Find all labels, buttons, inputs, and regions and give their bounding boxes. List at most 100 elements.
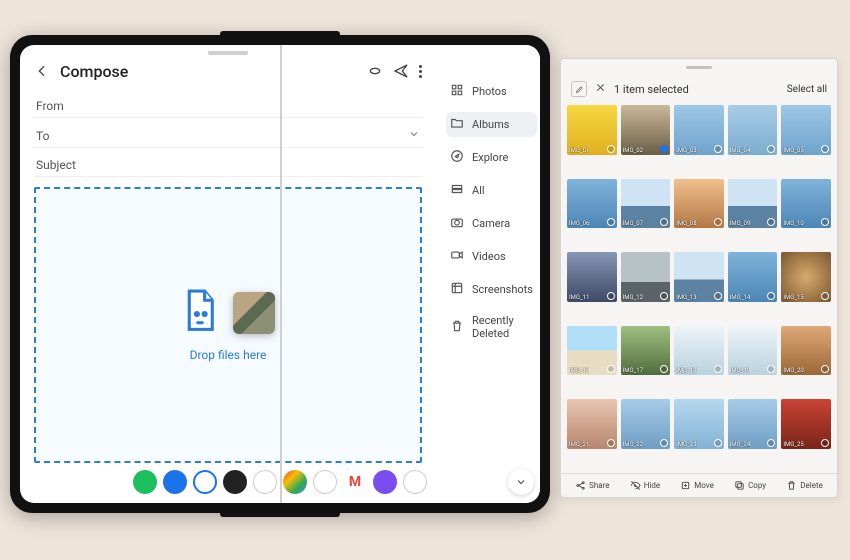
to-field[interactable]: To <box>34 124 422 148</box>
photo-thumbnail[interactable]: IMG_08 <box>674 179 724 229</box>
more-icon[interactable] <box>419 65 422 78</box>
photo-thumbnail[interactable]: IMG_20 <box>781 326 831 376</box>
photo-thumbnail[interactable]: IMG_14 <box>728 252 778 302</box>
selection-check-icon[interactable] <box>660 292 668 300</box>
photo-thumbnail[interactable]: IMG_22 <box>621 399 671 449</box>
selection-check-icon[interactable] <box>821 292 829 300</box>
photo-thumbnail[interactable]: IMG_09 <box>728 179 778 229</box>
chevron-down-icon[interactable] <box>408 128 420 143</box>
edit-icon[interactable] <box>571 81 587 97</box>
selection-check-icon[interactable] <box>767 145 775 153</box>
taskbar-files-icon[interactable] <box>403 470 427 494</box>
thumbnail-name: IMG_15 <box>783 294 803 301</box>
thumbnail-name: IMG_14 <box>730 294 750 301</box>
compose-pane: Compose From To <box>20 45 436 503</box>
back-icon[interactable] <box>34 63 50 79</box>
subject-field[interactable]: Subject <box>34 154 422 177</box>
photo-thumbnail[interactable]: IMG_04 <box>728 105 778 155</box>
taskbar-contacts-icon[interactable] <box>253 470 277 494</box>
thumbnail-name: IMG_10 <box>783 220 803 227</box>
selection-check-icon[interactable] <box>607 439 615 447</box>
photo-thumbnail[interactable]: IMG_25 <box>781 399 831 449</box>
camera-icon <box>450 215 464 232</box>
thumbnail-name: IMG_19 <box>730 367 750 374</box>
taskbar-camera-icon[interactable] <box>313 470 337 494</box>
selection-check-icon[interactable] <box>714 218 722 226</box>
footer-move-button[interactable]: Move <box>680 480 714 491</box>
photo-thumbnail[interactable]: IMG_03 <box>674 105 724 155</box>
from-field[interactable]: From <box>34 95 422 118</box>
drag-handle[interactable] <box>208 51 248 55</box>
taskbar-assistant-icon[interactable] <box>163 470 187 494</box>
drop-zone-icons <box>181 288 275 338</box>
selection-check-icon[interactable] <box>714 292 722 300</box>
thumbnail-name: IMG_12 <box>623 294 643 301</box>
selection-check-icon[interactable] <box>607 145 615 153</box>
thumbnail-name: IMG_04 <box>730 147 750 154</box>
photo-thumbnail[interactable]: IMG_17 <box>621 326 671 376</box>
photo-thumbnail[interactable]: IMG_11 <box>567 252 617 302</box>
photo-thumbnail[interactable]: IMG_05 <box>781 105 831 155</box>
photo-thumbnail[interactable]: IMG_13 <box>674 252 724 302</box>
close-icon[interactable] <box>595 82 606 96</box>
taskbar-phone-icon[interactable] <box>223 470 247 494</box>
photo-thumbnail[interactable]: IMG_23 <box>674 399 724 449</box>
selection-check-icon[interactable] <box>607 365 615 373</box>
drop-zone[interactable]: Drop files here <box>34 187 422 463</box>
photo-thumbnail[interactable]: IMG_15 <box>781 252 831 302</box>
selection-count: 1 item selected <box>614 83 779 96</box>
rail-item-recently-deleted[interactable]: Recently Deleted <box>446 310 537 344</box>
photo-thumbnail[interactable]: IMG_02 <box>621 105 671 155</box>
taskbar-app-drawer-icon[interactable] <box>133 470 157 494</box>
footer-copy-button[interactable]: Copy <box>734 480 766 491</box>
photo-thumbnail[interactable]: IMG_12 <box>621 252 671 302</box>
photo-thumbnail[interactable]: IMG_10 <box>781 179 831 229</box>
trash-icon <box>450 319 464 336</box>
thumbnail-name: IMG_20 <box>783 367 803 374</box>
selection-check-icon[interactable] <box>714 439 722 447</box>
footer-share-button[interactable]: Share <box>575 480 609 491</box>
footer-delete-button[interactable]: Delete <box>786 480 823 491</box>
selection-check-icon[interactable] <box>821 145 829 153</box>
rail-item-photos[interactable]: Photos <box>446 79 537 104</box>
rail-item-explore[interactable]: Explore <box>446 145 537 170</box>
photo-thumbnail[interactable]: IMG_19 <box>728 326 778 376</box>
photo-thumbnail[interactable]: IMG_21 <box>567 399 617 449</box>
selection-check-icon[interactable] <box>607 292 615 300</box>
dragged-thumbnail[interactable] <box>233 292 275 334</box>
rail-item-all[interactable]: All <box>446 178 537 203</box>
attach-icon[interactable] <box>367 63 383 79</box>
photo-thumbnail[interactable]: IMG_07 <box>621 179 671 229</box>
taskbar-chrome-icon[interactable] <box>283 470 307 494</box>
taskbar-notes-icon[interactable] <box>373 470 397 494</box>
compose-toolbar: Compose <box>34 55 422 87</box>
selection-check-icon[interactable] <box>607 218 615 226</box>
selection-check-icon[interactable] <box>714 145 722 153</box>
thumbnail-name: IMG_25 <box>783 441 803 448</box>
taskbar-browser-icon[interactable] <box>193 470 217 494</box>
selection-check-icon[interactable] <box>660 145 668 153</box>
thumbnail-name: IMG_17 <box>623 367 643 374</box>
screenshot-icon <box>450 281 464 298</box>
footer-label: Move <box>694 481 714 490</box>
rail-item-screenshots[interactable]: Screenshots <box>446 277 537 302</box>
footer-hide-button[interactable]: Hide <box>630 480 660 491</box>
photo-thumbnail[interactable]: IMG_24 <box>728 399 778 449</box>
photo-thumbnail[interactable]: IMG_16 <box>567 326 617 376</box>
photo-thumbnail[interactable]: IMG_06 <box>567 179 617 229</box>
rail-item-videos[interactable]: Videos <box>446 244 537 269</box>
gallery-handle-bar[interactable] <box>561 59 837 77</box>
thumbnail-name: IMG_05 <box>783 147 803 154</box>
photo-thumbnail[interactable]: IMG_18 <box>674 326 724 376</box>
send-icon[interactable] <box>393 63 409 79</box>
select-all-button[interactable]: Select all <box>787 84 827 95</box>
taskbar-gmail-icon[interactable]: M <box>343 470 367 494</box>
rail-item-albums[interactable]: Albums <box>446 112 537 137</box>
photo-thumbnail[interactable]: IMG_01 <box>567 105 617 155</box>
thumbnail-name: IMG_08 <box>676 220 696 227</box>
rail-item-camera[interactable]: Camera <box>446 211 537 236</box>
selection-check-icon[interactable] <box>821 439 829 447</box>
thumbnail-name: IMG_22 <box>623 441 643 448</box>
rail-item-label: Photos <box>472 85 507 98</box>
thumbnail-name: IMG_16 <box>569 367 589 374</box>
